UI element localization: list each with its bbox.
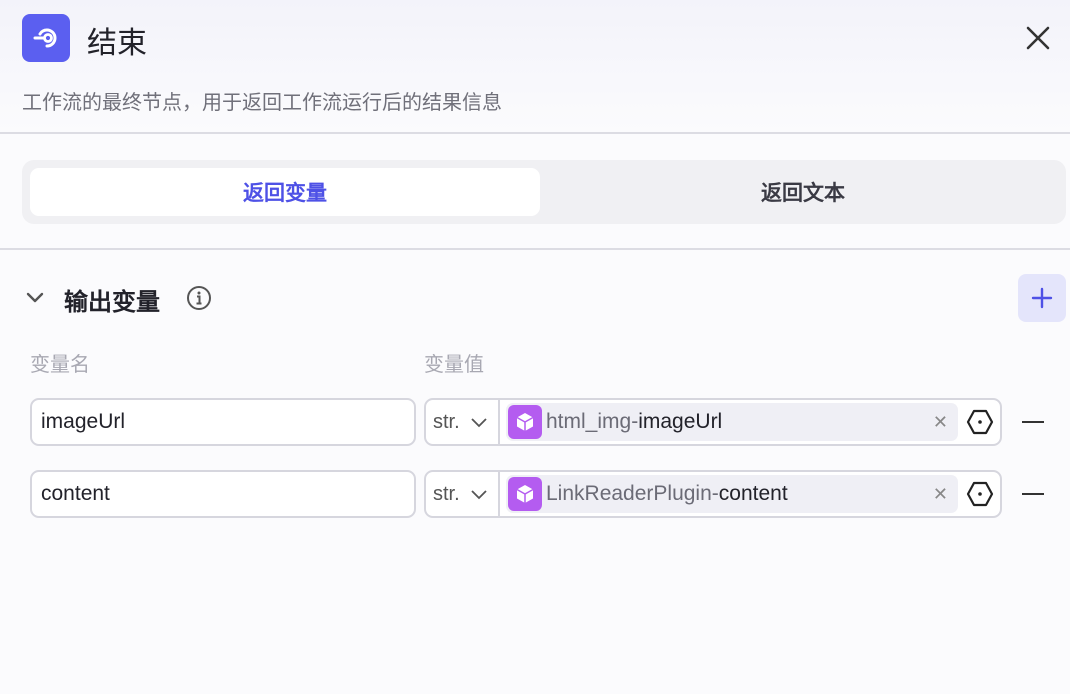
chevron-down-icon[interactable] [24,286,46,313]
type-select[interactable]: str. [426,472,500,516]
cube-icon [508,405,542,439]
column-header-value: 变量值 [424,354,484,376]
type-select-value: str. [433,482,460,505]
cube-icon [508,477,542,511]
variable-picker-icon[interactable] [966,480,994,508]
remove-variable-button[interactable] [1022,421,1044,423]
tab-return-variables[interactable]: 返回变量 [30,168,540,216]
source-field-name: imageUrl [638,410,723,433]
variable-reference-tag[interactable]: html_img - imageUrl ✕ [506,403,958,441]
separator: - [711,482,719,505]
variable-picker-icon[interactable] [966,408,994,436]
column-header-name: 变量名 [30,354,90,376]
variable-name-value: content [41,482,110,505]
remove-variable-button[interactable] [1022,493,1044,495]
section-title: 输出变量 [64,289,160,316]
clear-reference-icon[interactable]: ✕ [933,412,948,433]
close-icon[interactable] [1022,22,1054,54]
variable-value-field: str. html_img - imageUrl ✕ [424,398,1002,446]
variable-name-input[interactable]: imageUrl [30,398,416,446]
variable-name-input[interactable]: content [30,470,416,518]
chevron-down-icon [471,490,487,500]
variable-value-field: str. LinkReaderPlugin - content ✕ [424,470,1002,518]
divider [0,248,1070,250]
variable-name-value: imageUrl [41,410,126,433]
info-icon[interactable] [186,285,212,316]
mode-tabs: 返回变量 返回文本 [22,160,1066,224]
clear-reference-icon[interactable]: ✕ [933,484,948,505]
add-variable-button[interactable] [1018,274,1066,322]
type-select-value: str. [433,410,460,433]
source-field-name: content [718,482,788,505]
chevron-down-icon [471,418,487,428]
end-node-icon [22,14,70,62]
variable-reference-tag[interactable]: LinkReaderPlugin - content ✕ [506,475,958,513]
panel-description: 工作流的最终节点，用于返回工作流运行后的结果信息 [22,92,502,114]
tab-return-text[interactable]: 返回文本 [548,168,1058,216]
panel-title: 结束 [87,27,147,60]
separator: - [631,410,639,433]
source-node-name: LinkReaderPlugin [546,482,712,505]
type-select[interactable]: str. [426,400,500,444]
source-node-name: html_img [546,410,632,433]
